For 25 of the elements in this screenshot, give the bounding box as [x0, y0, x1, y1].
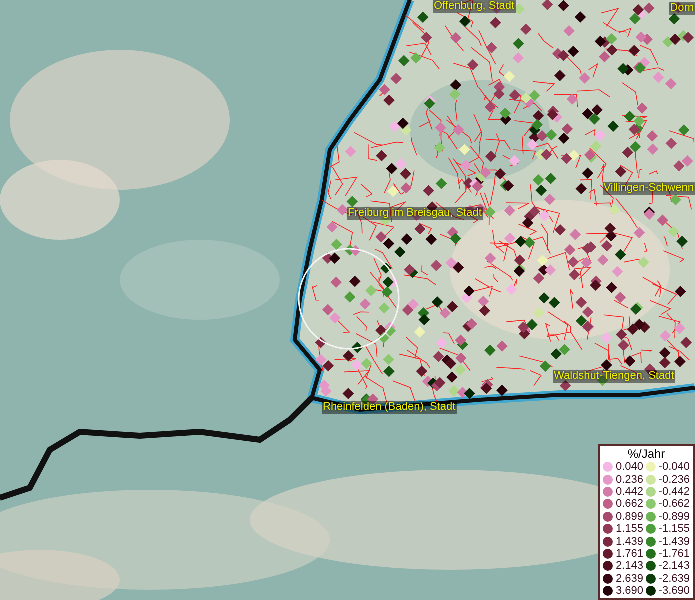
- legend-value: -3.690: [658, 585, 690, 598]
- legend-value: 0.236: [616, 474, 645, 486]
- legend-value: -2.143: [658, 560, 690, 572]
- legend-value: 0.899: [616, 510, 645, 523]
- legend-value: 1.439: [616, 536, 645, 548]
- legend-value: -0.442: [658, 486, 690, 498]
- legend-value: 2.639: [616, 572, 645, 585]
- legend-value: -0.236: [658, 474, 690, 486]
- legend-value: 0.040: [616, 461, 645, 474]
- legend-value: 1.155: [616, 523, 645, 536]
- legend-title: %/Jahr: [626, 447, 666, 461]
- legend-value: 1.761: [616, 548, 645, 560]
- legend-value: -0.899: [658, 510, 690, 523]
- place-label: Rheinfelden (Baden), Stadt: [322, 401, 457, 414]
- legend-value: -1.155: [658, 523, 690, 536]
- legend-value: 0.662: [616, 498, 645, 510]
- legend-value: 3.690: [616, 585, 645, 598]
- legend-value: -0.662: [658, 498, 690, 510]
- place-label: Dorn: [669, 2, 695, 15]
- legend-value: -1.761: [658, 548, 690, 560]
- legend-value: -0.040: [658, 461, 690, 474]
- legend-value: -1.439: [658, 536, 690, 548]
- legend-value: -2.639: [658, 572, 690, 585]
- legend-value: 0.442: [616, 486, 645, 498]
- legend-value: 2.143: [616, 560, 645, 572]
